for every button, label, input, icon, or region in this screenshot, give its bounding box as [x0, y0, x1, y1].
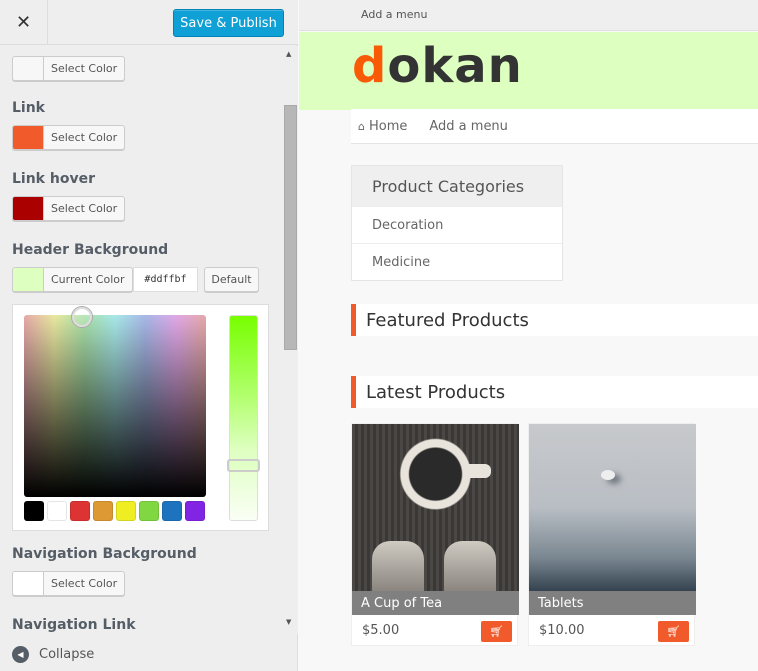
saturation-area[interactable]: [24, 307, 206, 497]
collapse-label: Collapse: [39, 647, 95, 662]
header-background-label: Header Background: [12, 242, 169, 258]
palette-swatch-green[interactable]: [139, 501, 159, 521]
top-add-menu-link[interactable]: Add a menu: [361, 8, 427, 21]
color-swatch: [13, 268, 44, 291]
select-color-label: Select Color: [51, 62, 118, 75]
palette-swatch-orange[interactable]: [93, 501, 113, 521]
widget-title: Product Categories: [352, 166, 562, 206]
hand-shape: [444, 541, 496, 591]
category-item-medicine[interactable]: Medicine: [352, 243, 562, 280]
product-card[interactable]: A Cup of Tea $5.00 🛒︎: [351, 423, 519, 646]
select-color-button[interactable]: Select Color: [12, 56, 126, 81]
site-preview: Add a menu dokan ⌂ Home Add a menu Produ…: [299, 0, 758, 671]
hand-shape: [372, 541, 424, 591]
color-swatch: [13, 197, 44, 220]
color-picker: [12, 304, 269, 531]
latest-products-title: Latest Products: [351, 376, 758, 408]
default-button[interactable]: Default: [204, 267, 259, 292]
palette-swatch-purple[interactable]: [185, 501, 205, 521]
navigation-background-label: Navigation Background: [12, 546, 197, 562]
link-color-button[interactable]: Select Color: [12, 125, 126, 150]
nav-home-label: Home: [368, 118, 408, 134]
close-button[interactable]: ✕: [0, 0, 48, 45]
product-card[interactable]: Tablets $10.00 🛒︎: [528, 423, 696, 646]
current-color-label: Current Color: [51, 273, 125, 286]
add-to-cart-button[interactable]: 🛒︎: [481, 621, 512, 642]
scroll-up-arrow-icon[interactable]: ▲: [286, 50, 291, 58]
controls-panel: Select Color Link Select Color Link hove…: [0, 46, 282, 634]
link-label: Link: [12, 100, 45, 116]
cart-icon: 🛒︎: [666, 625, 681, 638]
select-color-label: Select Color: [51, 131, 118, 144]
top-bar: Add a menu: [299, 0, 758, 31]
link-hover-color-button[interactable]: Select Color: [12, 196, 126, 221]
hex-color-input[interactable]: #ddffbf: [133, 267, 198, 292]
select-color-label: Select Color: [51, 577, 118, 590]
cart-icon: 🛒︎: [489, 625, 504, 638]
color-palette: [24, 501, 205, 521]
sidebar-header: ✕ Save & Publish: [0, 0, 298, 45]
saturation-handle[interactable]: [72, 307, 92, 327]
pill-shape: [601, 470, 615, 480]
palette-swatch-yellow[interactable]: [116, 501, 136, 521]
scroll-down-arrow-icon[interactable]: ▼: [286, 618, 291, 626]
color-swatch: [13, 57, 44, 80]
add-to-cart-button[interactable]: 🛒︎: [658, 621, 689, 642]
navigation-background-color-button[interactable]: Select Color: [12, 571, 126, 596]
featured-products-title: Featured Products: [351, 304, 758, 336]
site-logo[interactable]: dokan: [352, 38, 523, 94]
product-categories-widget: Product Categories Decoration Medicine: [351, 165, 563, 281]
main-navigation: ⌂ Home Add a menu: [351, 109, 758, 144]
product-name[interactable]: Tablets: [529, 591, 696, 615]
close-icon: ✕: [15, 12, 32, 33]
logo-text: okan: [387, 38, 523, 94]
palette-swatch-black[interactable]: [24, 501, 44, 521]
link-hover-label: Link hover: [12, 171, 95, 187]
palette-swatch-red[interactable]: [70, 501, 90, 521]
product-image[interactable]: [529, 424, 696, 591]
save-publish-button[interactable]: Save & Publish: [173, 9, 284, 37]
customizer-sidebar: ✕ Save & Publish Select Color Link Selec…: [0, 0, 298, 671]
logo-accent-letter: d: [352, 38, 388, 94]
nav-add-menu-link[interactable]: Add a menu: [429, 119, 508, 134]
color-swatch: [13, 572, 44, 595]
product-price: $10.00: [539, 623, 585, 638]
collapse-arrow-icon: ◀: [12, 646, 29, 663]
category-item-decoration[interactable]: Decoration: [352, 206, 562, 243]
lightness-handle[interactable]: [227, 459, 260, 472]
navigation-link-label: Navigation Link: [12, 617, 136, 633]
product-price: $5.00: [362, 623, 400, 638]
palette-swatch-blue[interactable]: [162, 501, 182, 521]
scrollbar-thumb[interactable]: [284, 105, 297, 350]
select-color-label: Select Color: [51, 202, 118, 215]
nav-home-link[interactable]: ⌂ Home: [358, 119, 407, 134]
header-background-color-button[interactable]: Current Color: [12, 267, 133, 292]
product-name[interactable]: A Cup of Tea: [352, 591, 519, 615]
collapse-button[interactable]: ◀ Collapse: [12, 646, 94, 663]
palette-swatch-white[interactable]: [47, 501, 67, 521]
color-swatch: [13, 126, 44, 149]
home-icon: ⌂: [358, 119, 365, 133]
product-image[interactable]: [352, 424, 519, 591]
site-header: dokan: [299, 32, 758, 110]
cup-handle-shape: [469, 464, 491, 478]
lightness-slider[interactable]: [227, 315, 260, 521]
